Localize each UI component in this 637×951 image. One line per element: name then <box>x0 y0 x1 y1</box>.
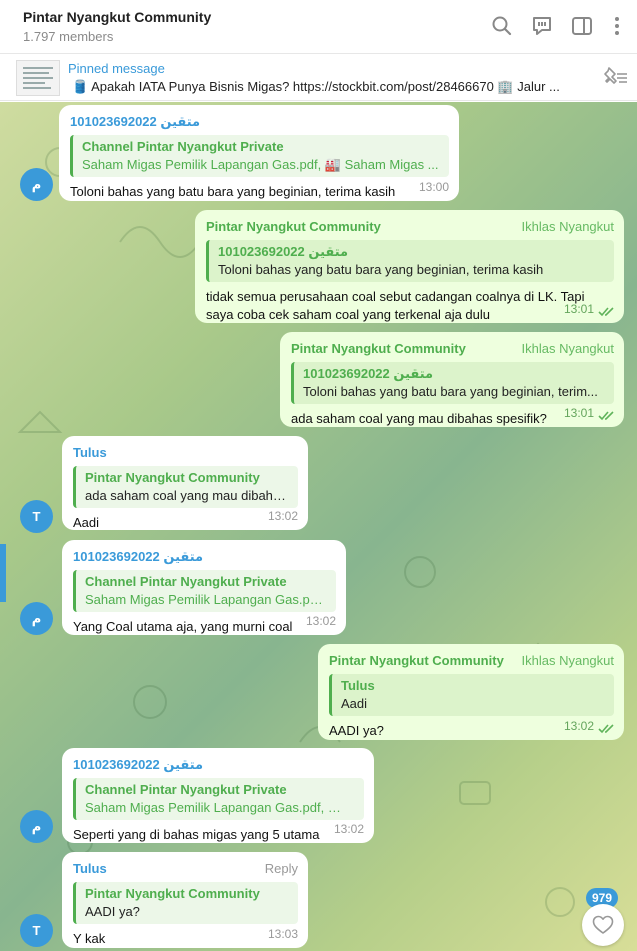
pinned-label: Pinned message <box>68 61 165 76</box>
message-bubble[interactable]: Tulus Pintar Nyangkut Community ada saha… <box>62 436 308 530</box>
message-sender[interactable]: 101023692022 متقين <box>73 756 364 774</box>
quote-text: Saham Migas Pemilik Lapangan Gas.pdf, 🏭 … <box>85 800 356 815</box>
quote-text: Aadi <box>341 696 368 711</box>
quote-text: AADI ya? <box>85 904 140 919</box>
message-sender[interactable]: 101023692022 متقين <box>73 548 336 566</box>
unpin-icon[interactable] <box>601 65 629 89</box>
message-bubble[interactable]: 101023692022 متقين Channel Pintar Nyangk… <box>62 748 374 843</box>
reply-quote[interactable]: Channel Pintar Nyangkut Private Saham Mi… <box>73 778 364 820</box>
author-signature: Ikhlas Nyangkut <box>521 653 615 668</box>
message-time: 13:02 <box>333 822 364 836</box>
quote-text: ada saham coal yang mau dibaha... <box>85 488 290 503</box>
pinned-message-bar[interactable]: Pinned message 🛢️ Apakah IATA Punya Bisn… <box>0 55 637 101</box>
heart-icon <box>592 915 614 934</box>
comment-icon[interactable] <box>530 14 554 38</box>
quote-author: Pintar Nyangkut Community <box>85 470 260 485</box>
quote-text: Toloni bahas yang batu bara yang beginia… <box>218 262 544 277</box>
chat-header: Pintar Nyangkut Community 1.797 members <box>0 0 637 54</box>
message-text: Seperti yang di bahas migas yang 5 utama <box>73 827 320 842</box>
avatar[interactable]: م <box>20 168 53 201</box>
message-sender[interactable]: 101023692022 متقين <box>70 113 449 131</box>
reply-quote[interactable]: 101023692022 متقين Toloni bahas yang bat… <box>291 362 614 404</box>
search-icon[interactable] <box>490 14 514 38</box>
reply-quote[interactable]: Pintar Nyangkut Community ada saham coal… <box>73 466 298 508</box>
read-checkmarks-icon <box>598 307 614 317</box>
quote-author: Channel Pintar Nyangkut Private <box>85 574 287 589</box>
read-checkmarks-icon <box>598 724 614 734</box>
quote-author: Pintar Nyangkut Community <box>85 886 260 901</box>
avatar[interactable]: T <box>20 914 53 947</box>
quote-text: Toloni bahas yang batu bara yang beginia… <box>303 384 598 399</box>
message-time: 13:02 <box>267 509 298 523</box>
pinned-thumbnail <box>16 60 60 96</box>
message-time: 13:02 <box>305 614 336 628</box>
pinned-text: 🛢️ Apakah IATA Punya Bisnis Migas? https… <box>72 79 560 94</box>
reply-quote[interactable]: Pintar Nyangkut Community AADI ya? <box>73 882 298 924</box>
message-bubble[interactable]: Pintar Nyangkut Community Ikhlas Nyangku… <box>318 644 624 740</box>
chat-area[interactable]: 101023692022 متقين Channel Pintar Nyangk… <box>0 102 637 951</box>
more-icon[interactable] <box>605 14 629 38</box>
message-bubble[interactable]: 101023692022 متقين Channel Pintar Nyangk… <box>59 105 459 201</box>
scroll-indicator <box>0 544 6 602</box>
reply-quote[interactable]: Channel Pintar Nyangkut Private Saham Mi… <box>70 135 449 177</box>
author-signature: Ikhlas Nyangkut <box>521 341 615 356</box>
message-text: Toloni bahas yang batu bara yang beginia… <box>70 184 396 199</box>
chat-title[interactable]: Pintar Nyangkut Community <box>23 9 211 25</box>
quote-author: Channel Pintar Nyangkut Private <box>82 139 284 154</box>
avatar[interactable]: T <box>20 500 53 533</box>
message-text: tidak semua perusahaan coal sebut cadang… <box>206 289 589 322</box>
sidebar-icon[interactable] <box>570 14 594 38</box>
quote-text: Saham Migas Pemilik Lapangan Gas.pdf, 🏭 … <box>82 157 439 172</box>
message-sender[interactable]: Tulus <box>73 444 298 462</box>
member-count: 1.797 members <box>23 29 114 44</box>
author-signature: Ikhlas Nyangkut <box>521 219 615 234</box>
reply-quote[interactable]: Tulus Aadi <box>329 674 614 716</box>
message-bubble[interactable]: Pintar Nyangkut Community Ikhlas Nyangku… <box>195 210 624 323</box>
read-checkmarks-icon <box>598 411 614 421</box>
reply-quote[interactable]: 101023692022 متقين Toloni bahas yang bat… <box>206 240 614 282</box>
quote-author: Channel Pintar Nyangkut Private <box>85 782 287 797</box>
message-time: 13:01 <box>563 302 594 316</box>
message-text: Aadi <box>73 515 100 530</box>
quote-author: 101023692022 متقين <box>218 244 349 259</box>
message-time: 13:02 <box>563 719 594 733</box>
quote-author: Tulus <box>341 678 375 693</box>
message-time: 13:01 <box>563 406 594 420</box>
reaction-button[interactable] <box>582 904 624 946</box>
quote-text: Saham Migas Pemilik Lapangan Gas.pdf... <box>85 592 328 607</box>
message-bubble[interactable]: Pintar Nyangkut Community Ikhlas Nyangku… <box>280 332 624 427</box>
avatar[interactable]: م <box>20 810 53 843</box>
message-text: Yang Coal utama aja, yang murni coal <box>73 619 293 634</box>
message-bubble[interactable]: 101023692022 متقين Channel Pintar Nyangk… <box>62 540 346 635</box>
message-text: Y kak <box>73 931 106 946</box>
reply-button[interactable]: Reply <box>265 860 298 878</box>
message-time: 13:00 <box>418 180 449 194</box>
message-bubble[interactable]: Tulus Reply Pintar Nyangkut Community AA… <box>62 852 308 948</box>
reply-quote[interactable]: Channel Pintar Nyangkut Private Saham Mi… <box>73 570 336 612</box>
quote-author: 101023692022 متقين <box>303 366 434 381</box>
message-time: 13:03 <box>267 927 298 941</box>
avatar[interactable]: م <box>20 602 53 635</box>
